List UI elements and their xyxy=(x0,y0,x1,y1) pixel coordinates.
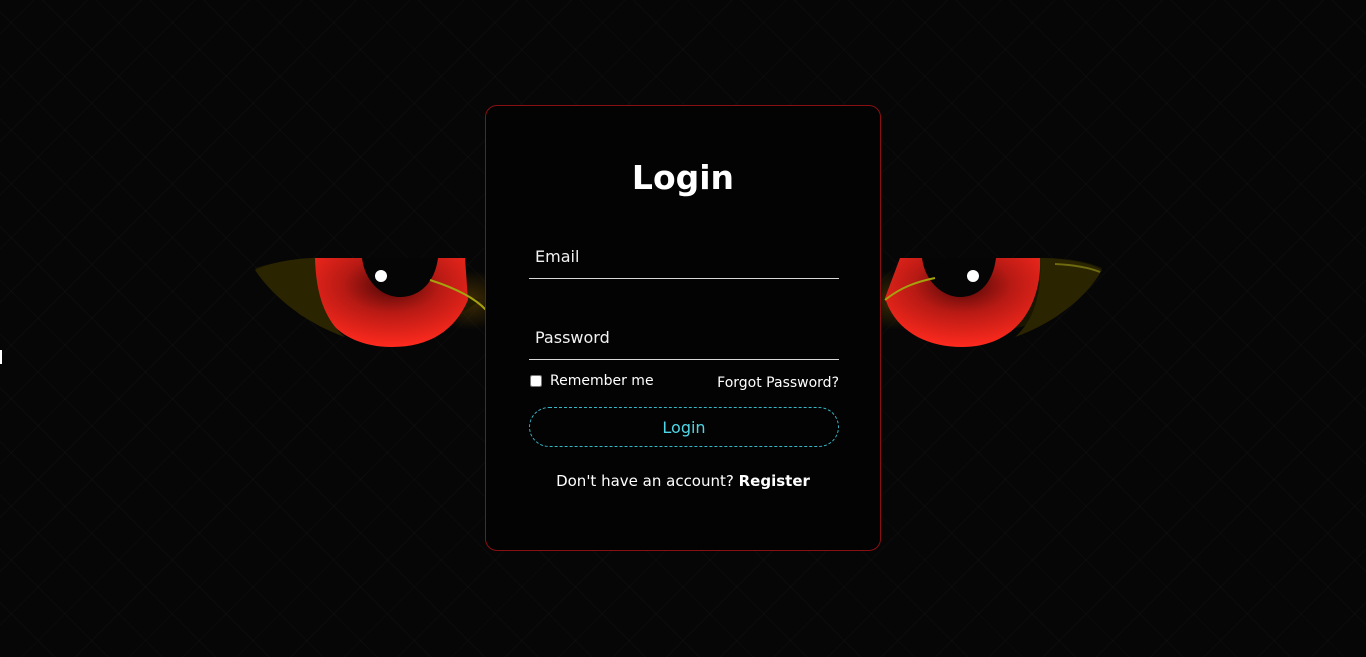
password-field[interactable] xyxy=(529,315,839,359)
email-field[interactable] xyxy=(529,234,839,278)
forgot-password-link[interactable]: Forgot Password? xyxy=(717,375,839,391)
register-prompt: Don't have an account? xyxy=(556,472,739,490)
email-field-wrapper xyxy=(529,234,839,279)
login-page: Login Remember me Forgot Password? Login… xyxy=(0,0,1366,657)
left-eye-icon xyxy=(255,257,510,347)
password-field-wrapper xyxy=(529,315,839,360)
remember-me[interactable]: Remember me xyxy=(529,373,654,389)
edge-marker xyxy=(0,350,2,364)
login-card: Login Remember me Forgot Password? Login… xyxy=(485,105,881,551)
register-row: Don't have an account? Register xyxy=(486,472,880,490)
remember-me-checkbox[interactable] xyxy=(530,375,542,387)
right-eye-icon xyxy=(855,258,1102,347)
remember-me-label: Remember me xyxy=(550,373,654,389)
login-button[interactable]: Login xyxy=(529,407,839,447)
login-title: Login xyxy=(631,158,735,197)
login-options-row: Remember me Forgot Password? xyxy=(529,373,839,395)
register-link[interactable]: Register xyxy=(739,472,810,490)
